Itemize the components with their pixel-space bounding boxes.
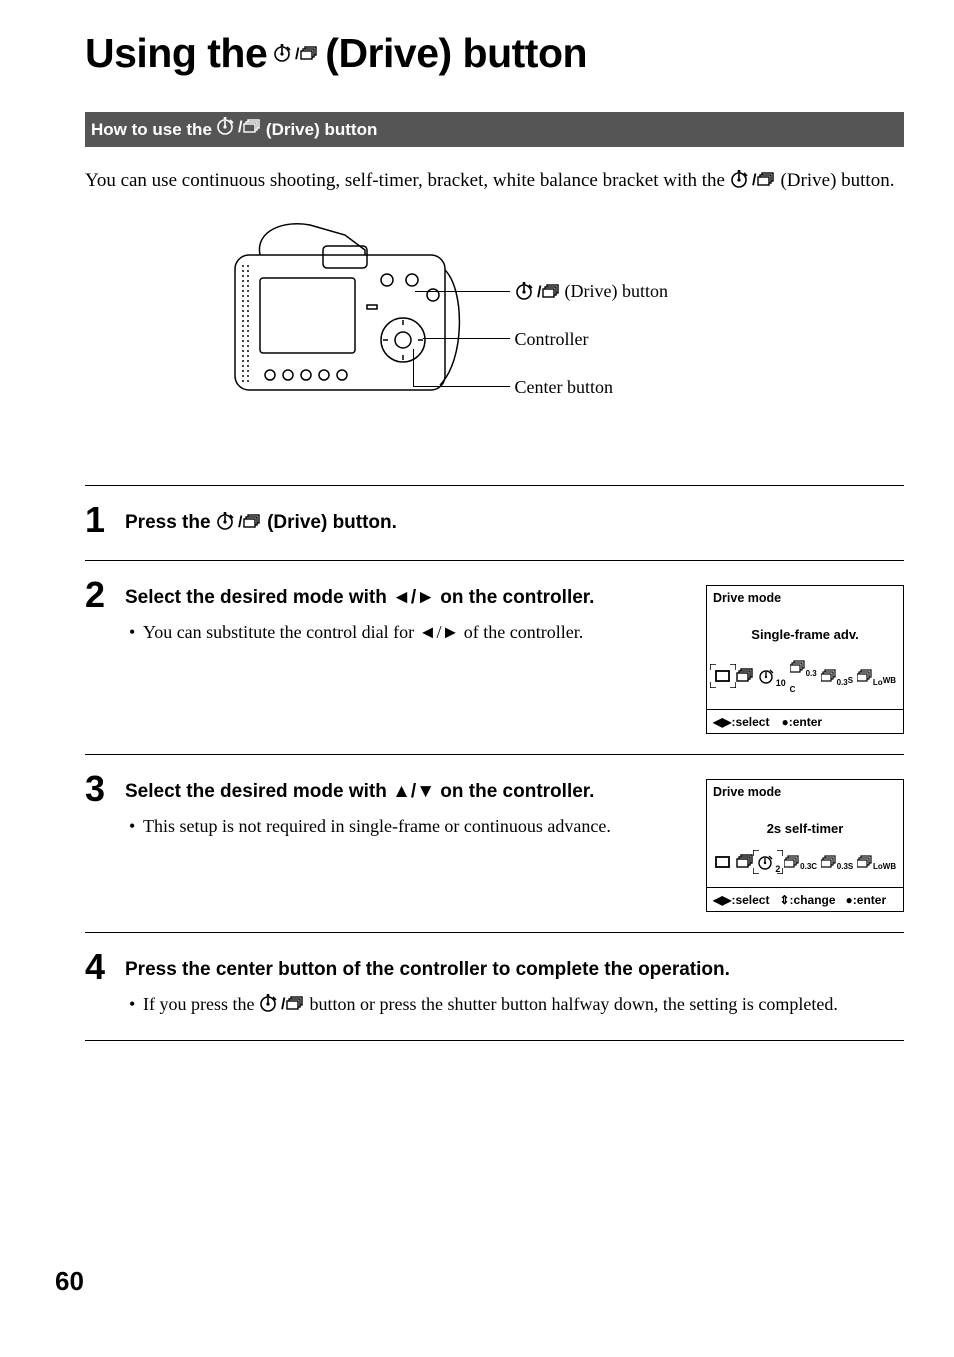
mode-wb-icon: LoWB — [857, 855, 896, 874]
drive-icon — [515, 282, 561, 302]
section-header: How to use the (Drive) button — [85, 112, 904, 147]
page-title: Using the (Drive) button — [85, 30, 904, 77]
screen-footer: ◀▶:select ⇕:change ●:enter — [707, 887, 903, 911]
step-heading: Press the (Drive) button. — [125, 510, 904, 540]
screen-icon-row: 10 0.3C 0.3S LoWB — [707, 648, 903, 709]
intro-text: You can use continuous shooting, self-ti… — [85, 169, 904, 197]
step-heading: Select the desired mode with ▲/▼ on the … — [125, 779, 678, 805]
step-bullet: This setup is not required in single-fra… — [125, 815, 678, 838]
step-number: 2 — [85, 577, 115, 734]
divider — [85, 485, 904, 486]
mode-wb-icon: LoWB — [857, 669, 896, 688]
mode-timer-icon: 2 — [757, 854, 780, 875]
label-drive-button: (Drive) button — [515, 281, 668, 302]
mode-bracket-c-icon: 0.3C — [790, 660, 817, 697]
screen-icon-row: 2 0.3C 0.3S LoWB — [707, 842, 903, 887]
drive-icon — [730, 170, 776, 197]
screen-title: Drive mode — [707, 780, 903, 803]
mode-single-icon — [714, 668, 732, 689]
title-text-2: (Drive) button — [325, 30, 587, 77]
screen-mode-label: Single-frame adv. — [707, 609, 903, 648]
screen-mode-label: 2s self-timer — [707, 803, 903, 842]
step-number: 1 — [85, 502, 115, 540]
drive-icon — [216, 117, 262, 142]
mode-continuous-icon — [736, 668, 754, 689]
drive-icon — [259, 994, 305, 1020]
screen-footer: ◀▶:select ●:enter — [707, 709, 903, 733]
mode-bracket-s-icon: 0.3S — [821, 855, 853, 874]
drive-icon — [273, 44, 319, 64]
step-bullet: If you press the button or press the shu… — [125, 993, 904, 1020]
mode-continuous-icon — [736, 854, 754, 875]
page-number: 60 — [55, 1266, 84, 1297]
lcd-screen-1: Drive mode Single-frame adv. 10 0.3C 0.3… — [706, 585, 904, 734]
drive-icon — [216, 512, 262, 540]
step-3: 3 Select the desired mode with ▲/▼ on th… — [85, 771, 904, 912]
mode-bracket-c-icon: 0.3C — [784, 855, 817, 874]
step-heading: Select the desired mode with ◄/► on the … — [125, 585, 678, 611]
step-number: 4 — [85, 949, 115, 1020]
mode-timer-icon: 10 — [758, 668, 786, 689]
divider — [85, 932, 904, 933]
screen-title: Drive mode — [707, 586, 903, 609]
step-1: 1 Press the (Drive) button. — [85, 502, 904, 540]
step-4: 4 Press the center button of the control… — [85, 949, 904, 1020]
step-bullet: You can substitute the control dial for … — [125, 621, 678, 644]
divider — [85, 754, 904, 755]
section-text-2: (Drive) button — [266, 120, 377, 140]
title-text-1: Using the — [85, 30, 267, 77]
label-center-button: Center button — [515, 377, 613, 398]
divider — [85, 1040, 904, 1041]
step-2: 2 Select the desired mode with ◄/► on th… — [85, 577, 904, 734]
step-heading: Press the center button of the controlle… — [125, 957, 904, 983]
label-controller: Controller — [515, 329, 589, 350]
camera-diagram: (Drive) button Controller Center button — [85, 225, 904, 435]
mode-bracket-s-icon: 0.3S — [821, 669, 853, 688]
section-text-1: How to use the — [91, 120, 212, 140]
divider — [85, 560, 904, 561]
camera-illustration — [215, 210, 475, 435]
lcd-screen-2: Drive mode 2s self-timer 2 0.3C 0.3S LoW… — [706, 779, 904, 912]
mode-single-icon — [714, 854, 732, 875]
step-number: 3 — [85, 771, 115, 912]
